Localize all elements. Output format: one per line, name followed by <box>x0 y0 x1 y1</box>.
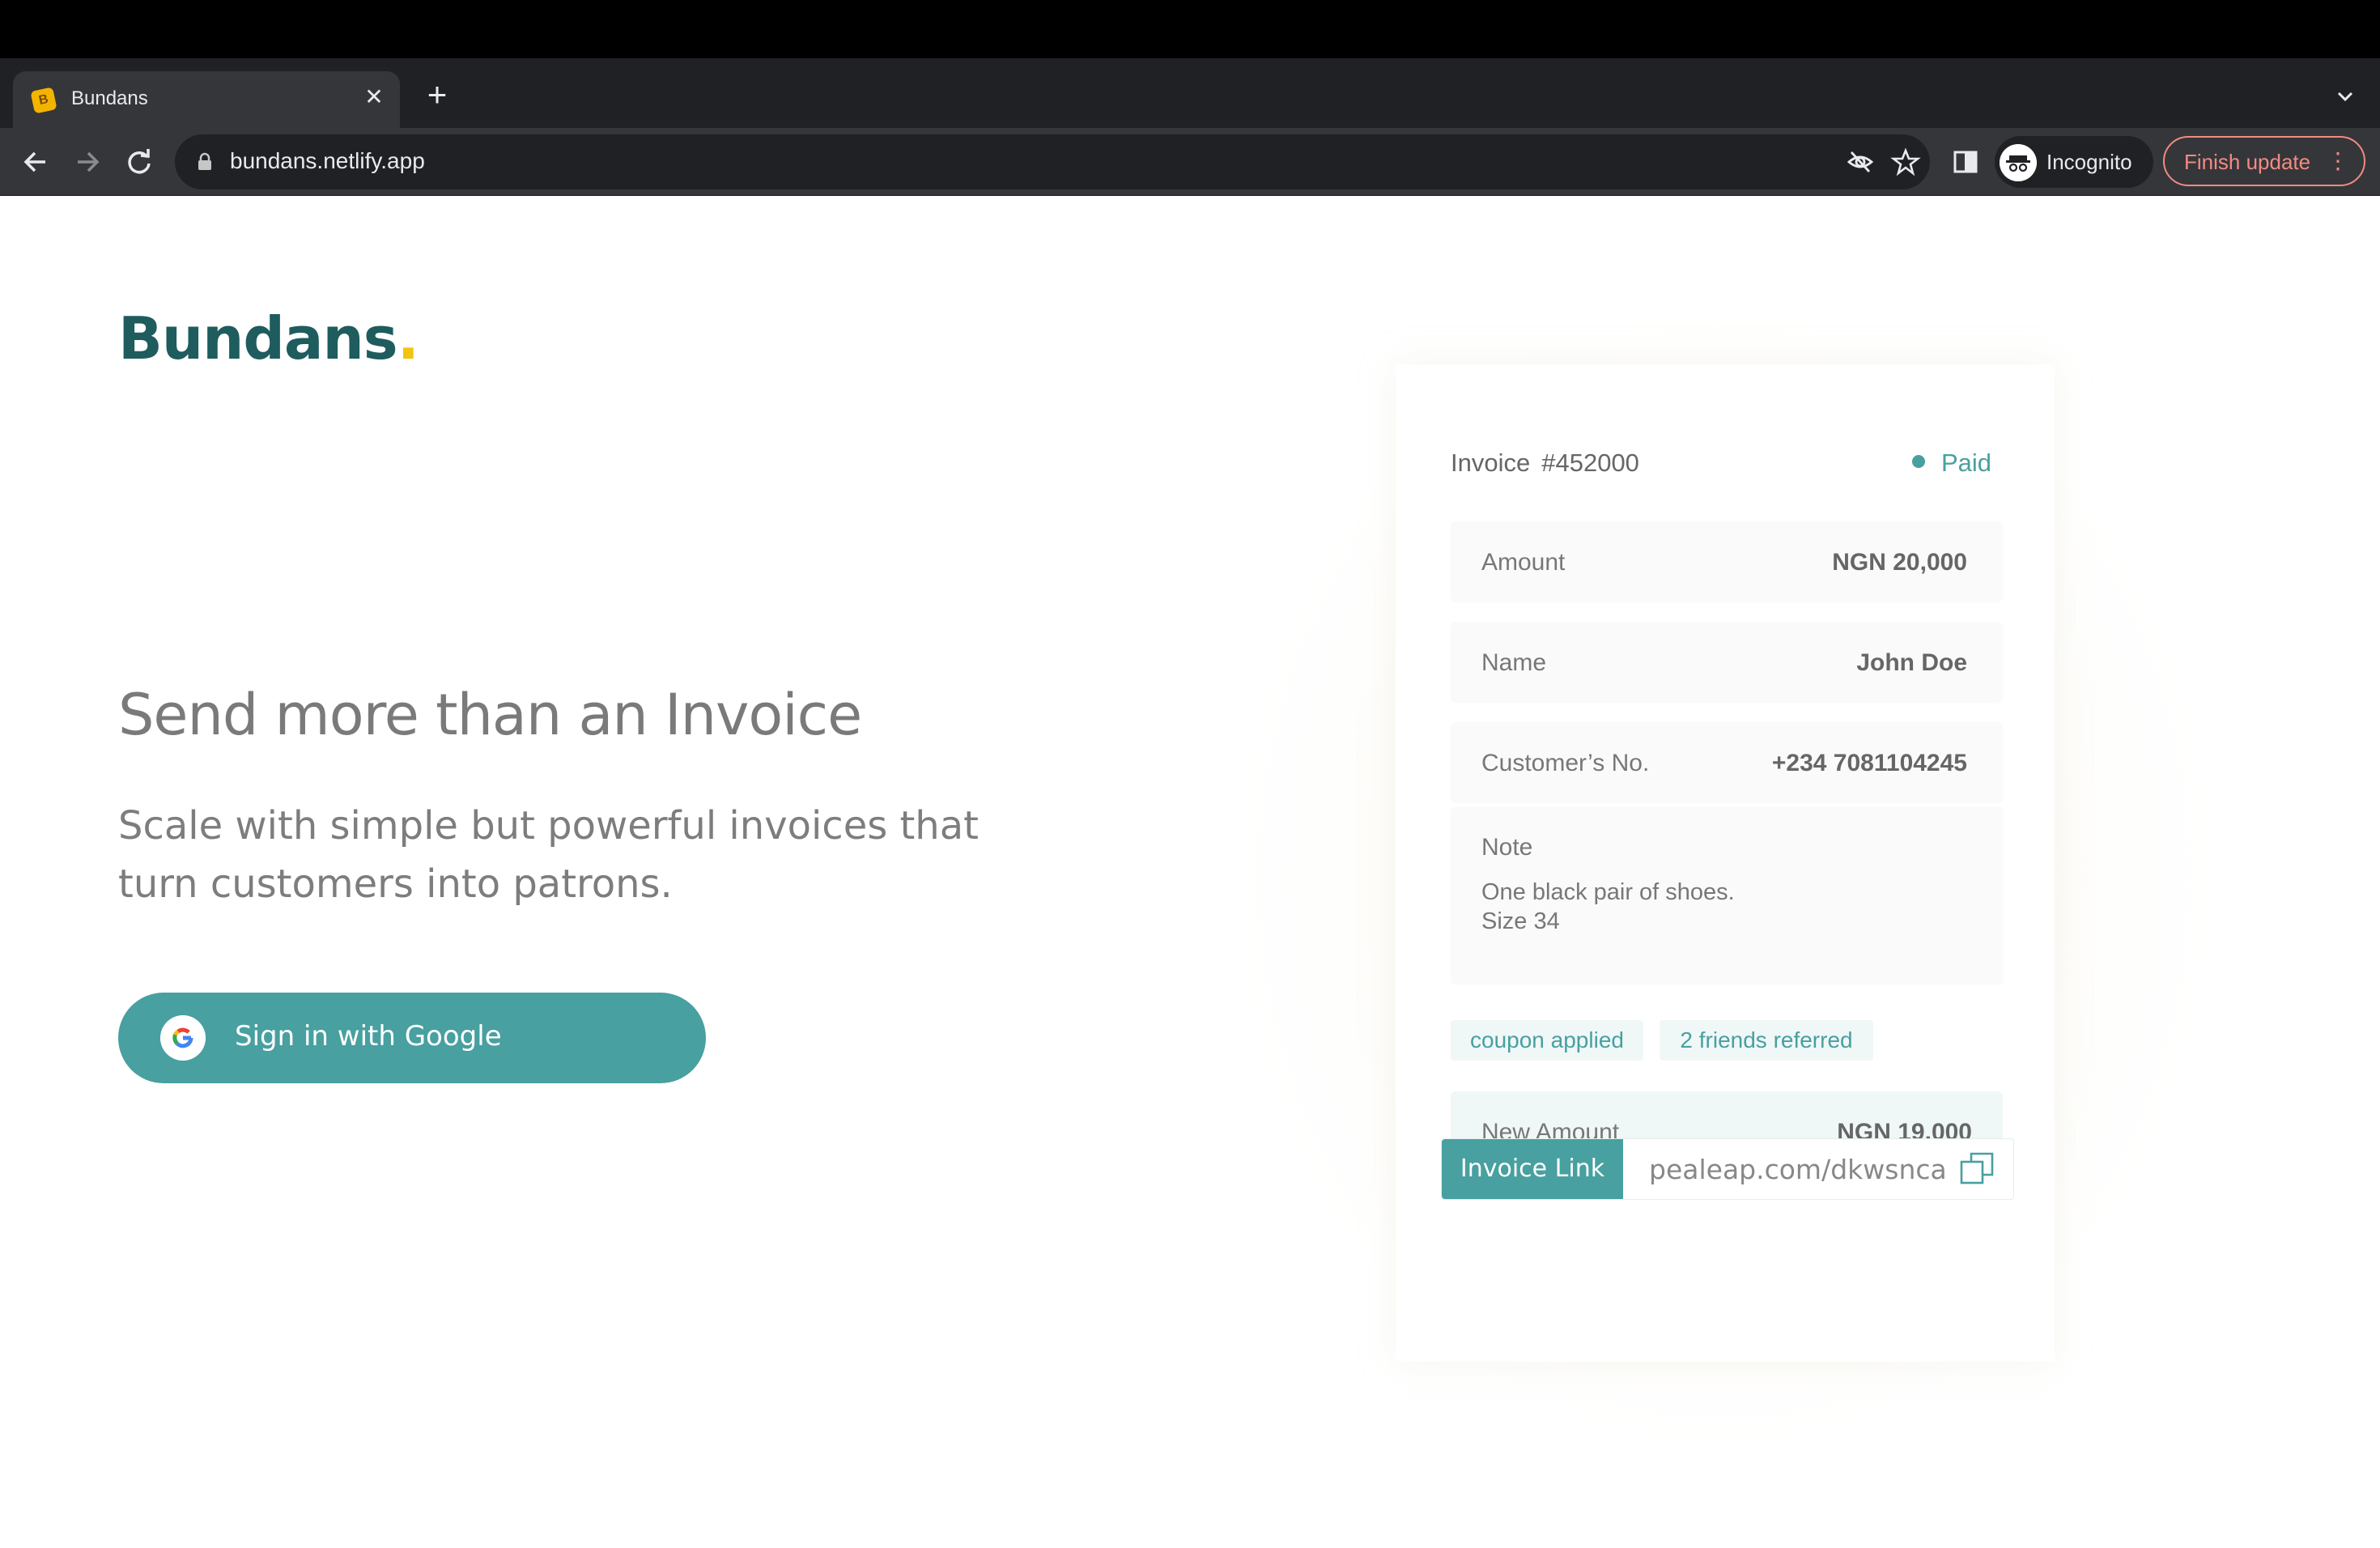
incognito-label: Incognito <box>2046 150 2132 174</box>
status-text: Paid <box>1940 449 1991 477</box>
finish-update-label: Finish update <box>2184 150 2311 174</box>
lock-icon[interactable] <box>196 152 214 172</box>
customer-number-row: Customer’s No. +234 7081104245 <box>1451 722 2003 803</box>
amount-row: Amount NGN 20,000 <box>1451 521 2003 602</box>
reload-icon[interactable] <box>120 142 159 181</box>
note-line-1: One black pair of shoes. <box>1481 879 1735 905</box>
name-value: John Doe <box>1856 649 1967 676</box>
customer-number-value: +234 7081104245 <box>1771 750 1967 776</box>
google-button-label: Sign in with Google <box>235 1020 502 1053</box>
invoice-label: Invoice <box>1451 449 1531 477</box>
invoice-link-label: Invoice Link <box>1442 1139 1623 1199</box>
invoice-number: #452000 <box>1541 449 1639 477</box>
new-tab-plus-icon[interactable]: + <box>421 78 453 112</box>
logo-dot: . <box>397 304 419 372</box>
browser-tab[interactable]: B Bundans ✕ <box>13 71 400 128</box>
google-icon <box>160 1015 206 1061</box>
eye-off-icon[interactable] <box>1844 146 1876 178</box>
customer-number-label: Customer’s No. <box>1481 750 1650 776</box>
note-title: Note <box>1481 834 1533 861</box>
bundans-logo[interactable]: Bundans. <box>118 304 419 372</box>
note-line-2: Size 34 <box>1481 908 1560 934</box>
logo-text: Bundans <box>118 304 398 372</box>
page-body: Bundans. Send more than an Invoice Scale… <box>0 196 2380 1548</box>
incognito-icon <box>2000 144 2037 181</box>
back-icon[interactable] <box>16 142 55 181</box>
side-panel-icon[interactable] <box>1949 146 1982 178</box>
status-badge: Paid <box>1911 449 1991 478</box>
friends-referred-chip: 2 friends referred <box>1660 1020 1873 1061</box>
invoice-link-url[interactable]: pealeap.com/dkwsnca <box>1649 1154 1947 1185</box>
name-row: Name John Doe <box>1451 622 2003 703</box>
hero-subtitle-line-1: Scale with simple but powerful invoices … <box>118 803 979 848</box>
chevron-down-icon[interactable] <box>2331 83 2359 110</box>
finish-update-button[interactable]: Finish update ⋮ <box>2163 136 2365 186</box>
tab-strip: B Bundans ✕ + <box>0 58 2380 128</box>
os-top-bar <box>0 0 2380 58</box>
forward-icon[interactable] <box>68 142 107 181</box>
hero-subtitle: Scale with simple but powerful invoices … <box>118 797 1033 913</box>
more-icon[interactable]: ⋮ <box>2327 149 2349 173</box>
address-bar[interactable]: bundans.netlify.app <box>175 134 1930 189</box>
favicon-icon: B <box>30 87 57 114</box>
sign-in-with-google-button[interactable]: Sign in with Google <box>118 993 706 1083</box>
star-icon[interactable] <box>1889 146 1922 178</box>
close-tab-icon[interactable]: ✕ <box>359 83 389 112</box>
amount-value: NGN 20,000 <box>1832 549 1967 576</box>
tab-title: Bundans <box>71 87 148 109</box>
status-dot-icon <box>1911 455 1925 468</box>
coupon-applied-chip: coupon applied <box>1451 1020 1643 1061</box>
name-label: Name <box>1481 649 1547 676</box>
incognito-badge[interactable]: Incognito <box>1995 136 2153 188</box>
amount-label: Amount <box>1481 549 1566 576</box>
note-box: Note One black pair of shoes. Size 34 <box>1451 806 2003 985</box>
url-text[interactable]: bundans.netlify.app <box>230 148 425 174</box>
invoice-header: Invoice #452000 <box>1451 449 1651 478</box>
hero-title: Send more than an Invoice <box>118 682 862 748</box>
browser-toolbar: bundans.netlify.app Incognito Finish upd… <box>0 128 2380 196</box>
invoice-link-bar: Invoice Link pealeap.com/dkwsnca <box>1441 1138 2014 1200</box>
copy-icon[interactable] <box>1958 1150 1995 1188</box>
invoice-card: Invoice #452000 Paid Amount NGN 20,000 Na… <box>1396 364 2055 1362</box>
hero-subtitle-line-2: turn customers into patrons. <box>118 861 673 907</box>
